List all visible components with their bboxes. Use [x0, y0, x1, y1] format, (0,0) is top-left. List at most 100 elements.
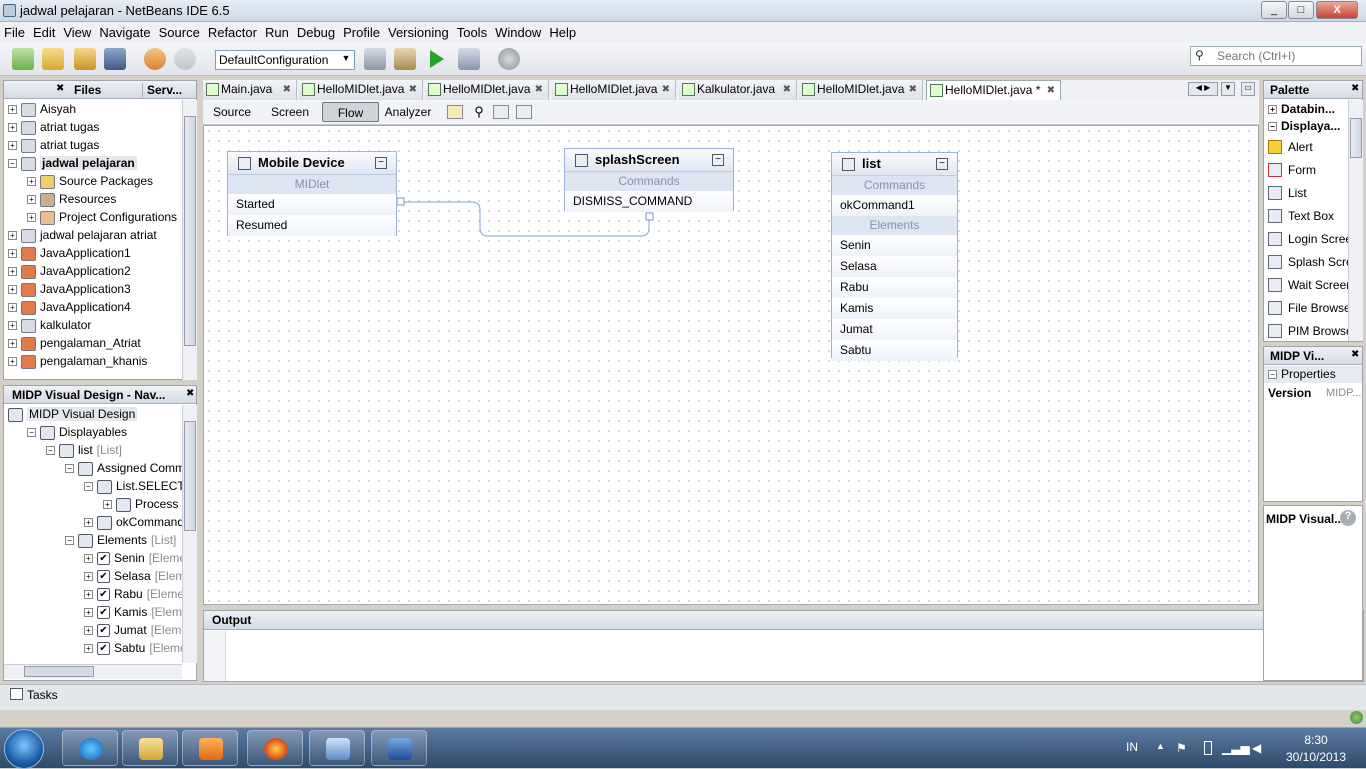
node-item-element[interactable]: Sabtu: [832, 340, 957, 361]
node-item-element[interactable]: Rabu: [832, 277, 957, 298]
tree-item[interactable]: + Aisyah: [8, 100, 76, 118]
menu-refactor[interactable]: Refactor: [204, 22, 261, 43]
expand-icon[interactable]: +: [84, 590, 93, 600]
palette-item-splash-screen[interactable]: Splash Scree: [1268, 252, 1348, 272]
menu-navigate[interactable]: Navigate: [95, 22, 154, 43]
menu-debug[interactable]: Debug: [293, 22, 339, 43]
navigator-item[interactable]: − Displayables: [27, 423, 127, 441]
navigator-item[interactable]: MIDP Visual Design: [8, 405, 138, 423]
navigator-item[interactable]: +okCommand1[C: [84, 513, 196, 531]
open-project-icon[interactable]: [74, 48, 96, 70]
expand-icon[interactable]: +: [84, 572, 93, 582]
expand-icon[interactable]: +: [8, 303, 17, 313]
taskbar-firefox[interactable]: [247, 730, 303, 766]
tab-scroll-icon[interactable]: ◀ ▶: [1188, 82, 1218, 96]
tab-hellomidlet-active[interactable]: HelloMIDlet.java * ✖: [926, 80, 1061, 100]
expand-icon[interactable]: −: [65, 464, 74, 474]
expand-icon[interactable]: −: [84, 482, 93, 492]
expand-icon[interactable]: +: [27, 213, 36, 223]
build-hammer-icon[interactable]: [364, 48, 386, 70]
scrollbar-thumb[interactable]: [1350, 118, 1362, 158]
navigator-item[interactable]: − Elements [List]: [65, 531, 176, 549]
layout-icon[interactable]: [447, 105, 463, 119]
tree-item[interactable]: + atriat tugas: [8, 136, 99, 154]
taskbar-netbeans[interactable]: [309, 730, 365, 766]
maximize-editor-icon[interactable]: ▭: [1241, 82, 1255, 96]
tab-kalkulator-java[interactable]: Kalkulator.java ✖: [679, 80, 797, 100]
menu-tools[interactable]: Tools: [453, 22, 491, 43]
menu-versioning[interactable]: Versioning: [384, 22, 453, 43]
collapse-icon[interactable]: [493, 105, 509, 119]
tree-item[interactable]: + jadwal pelajaran atriat: [8, 226, 157, 244]
expand-icon[interactable]: [516, 105, 532, 119]
new-project-icon[interactable]: [42, 48, 64, 70]
zoom-icon[interactable]: ⚲: [471, 102, 487, 122]
expand-icon[interactable]: +: [84, 644, 93, 654]
expand-icon[interactable]: +: [8, 231, 17, 241]
tray-arrow-icon[interactable]: ▲: [1156, 741, 1165, 751]
tree-item[interactable]: + JavaApplication4: [8, 298, 131, 316]
palette-item-alert[interactable]: Alert: [1268, 137, 1348, 157]
minimize-button[interactable]: _: [1261, 1, 1287, 19]
expand-icon[interactable]: +: [27, 177, 36, 187]
close-icon[interactable]: ✖: [1351, 83, 1359, 94]
signal-icon[interactable]: ▁▃▅: [1222, 741, 1250, 755]
expand-icon[interactable]: +: [27, 195, 36, 205]
expand-icon[interactable]: +: [84, 608, 93, 618]
palette-scrollbar[interactable]: [1348, 100, 1363, 341]
navigator-item[interactable]: −List.SELECT_CC: [84, 477, 196, 495]
navigator-item[interactable]: + ✔ Senin [Element]: [84, 549, 196, 567]
list-node[interactable]: list − Commands okCommand1 Elements Senin…: [831, 152, 958, 361]
palette-item-wait-screen[interactable]: Wait Screen: [1268, 275, 1348, 295]
tab-main-java[interactable]: Main.java ✖: [203, 80, 297, 100]
redo-icon[interactable]: [174, 48, 196, 70]
navigator-item[interactable]: + ✔ Jumat [Element: [84, 621, 196, 639]
palette-item-login-screen[interactable]: Login Screer: [1268, 229, 1348, 249]
expand-icon[interactable]: +: [8, 123, 17, 133]
start-button[interactable]: [4, 729, 44, 769]
taskbar-ie[interactable]: [62, 730, 118, 766]
collapse-icon[interactable]: −: [375, 157, 387, 169]
tab-hellomidlet-3[interactable]: HelloMIDlet.java ✖: [552, 80, 676, 100]
close-icon[interactable]: ✖: [56, 83, 64, 94]
menu-profile[interactable]: Profile: [339, 22, 384, 43]
close-button[interactable]: X: [1316, 1, 1358, 19]
palette-item-file-browser[interactable]: File Browser: [1268, 298, 1348, 318]
tasks-label[interactable]: Tasks: [27, 688, 58, 702]
tree-item[interactable]: + pengalaman_khanis: [8, 352, 147, 370]
tab-list-icon[interactable]: ▼: [1221, 82, 1235, 96]
save-all-icon[interactable]: [104, 48, 126, 70]
scrollbar-thumb[interactable]: [184, 116, 196, 346]
close-icon[interactable]: ✖: [535, 80, 543, 99]
menu-edit[interactable]: Edit: [29, 22, 59, 43]
collapse-icon[interactable]: −: [936, 158, 948, 170]
navigator-item[interactable]: + ✔ Rabu [Element]: [84, 585, 196, 603]
tree-item[interactable]: + Source Packages: [27, 172, 153, 190]
expand-icon[interactable]: +: [8, 321, 17, 331]
palette-item-form[interactable]: Form: [1268, 160, 1348, 180]
expand-icon[interactable]: +: [103, 500, 112, 510]
property-version-value[interactable]: MIDP...: [1326, 387, 1361, 399]
close-icon[interactable]: ✖: [662, 80, 670, 99]
navigator-item[interactable]: − Assigned Command: [65, 459, 196, 477]
node-item-dismiss-command[interactable]: DISMISS_COMMAND: [565, 191, 733, 212]
navigator-item[interactable]: − list [List]: [46, 441, 122, 459]
tab-hellomidlet-2[interactable]: HelloMIDlet.java ✖: [425, 80, 549, 100]
clean-build-icon[interactable]: [394, 48, 416, 70]
expand-icon[interactable]: +: [8, 141, 17, 151]
expand-icon[interactable]: −: [27, 428, 36, 438]
expand-icon[interactable]: +: [8, 339, 17, 349]
help-icon[interactable]: ?: [1340, 510, 1356, 526]
tree-item[interactable]: − jadwal pelajaran: [8, 154, 137, 172]
expand-icon[interactable]: +: [8, 249, 17, 259]
tree-item[interactable]: + Project Configurations: [27, 208, 177, 226]
view-source-button[interactable]: Source: [207, 102, 257, 122]
close-icon[interactable]: ✖: [1351, 349, 1359, 360]
tree-item[interactable]: + atriat tugas: [8, 118, 99, 136]
tree-item[interactable]: + JavaApplication1: [8, 244, 131, 262]
expand-icon[interactable]: +: [8, 285, 17, 295]
collapse-icon[interactable]: −: [8, 159, 17, 169]
close-icon[interactable]: ✖: [909, 80, 917, 99]
close-icon[interactable]: ✖: [783, 80, 791, 99]
close-icon[interactable]: ✖: [283, 80, 291, 99]
